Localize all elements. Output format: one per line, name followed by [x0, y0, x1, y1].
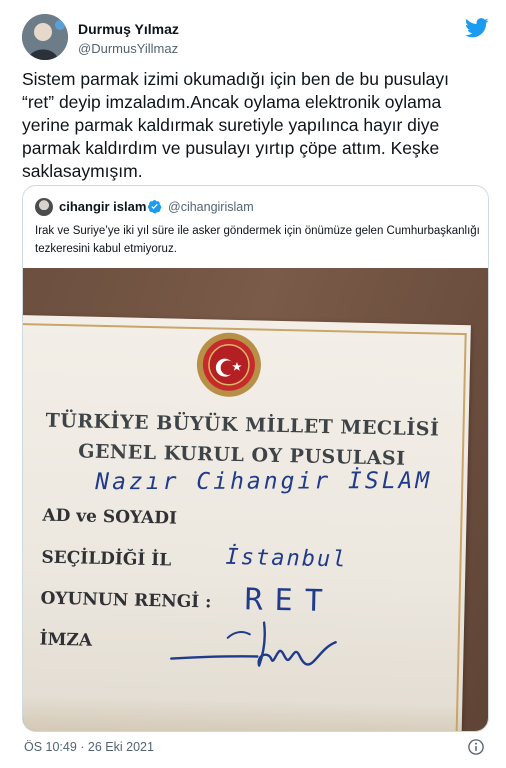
twitter-bird-icon[interactable]: [465, 18, 489, 38]
verified-badge-icon: [147, 199, 162, 214]
handwritten-city: İstanbul: [225, 544, 348, 573]
quoted-tweet[interactable]: cihangir islam @cihangirislam Irak ve Su…: [22, 185, 489, 732]
author-name[interactable]: Durmuş Yılmaz: [78, 21, 179, 37]
author-avatar[interactable]: [22, 14, 68, 60]
tbmm-emblem-icon: [196, 332, 261, 397]
handwritten-signature: [170, 621, 337, 667]
ballot-photo[interactable]: TÜRKİYE BÜYÜK MİLLET MECLİSİ GENEL KURUL…: [23, 268, 488, 731]
ballot-paper: TÜRKİYE BÜYÜK MİLLET MECLİSİ GENEL KURUL…: [23, 315, 471, 731]
author-avatar-image: [22, 14, 68, 60]
label-signature: İMZA: [39, 629, 93, 651]
quoted-author-name: cihangir islam: [59, 199, 147, 214]
label-city: SEÇİLDİĞİ İL: [41, 547, 172, 571]
tweet: Durmuş Yılmaz @DurmusYillmaz Sistem parm…: [0, 0, 506, 768]
quoted-author-handle: @cihangirislam: [168, 200, 254, 214]
tweet-text: Sistem parmak izimi okumadığı için ben d…: [22, 69, 450, 181]
quoted-author-avatar: [35, 198, 53, 216]
quoted-tweet-text: Irak ve Suriye’ye iki yıl süre ile asker…: [35, 225, 480, 255]
author-handle[interactable]: @DurmusYillmaz: [78, 41, 178, 56]
label-name: AD ve SOYADI: [42, 505, 178, 529]
info-icon[interactable]: [467, 738, 485, 756]
tweet-timestamp[interactable]: ÖS 10:49 · 26 Eki 2021: [24, 740, 154, 754]
handwritten-name: Nazır Cihangir İSLAM: [95, 468, 433, 496]
